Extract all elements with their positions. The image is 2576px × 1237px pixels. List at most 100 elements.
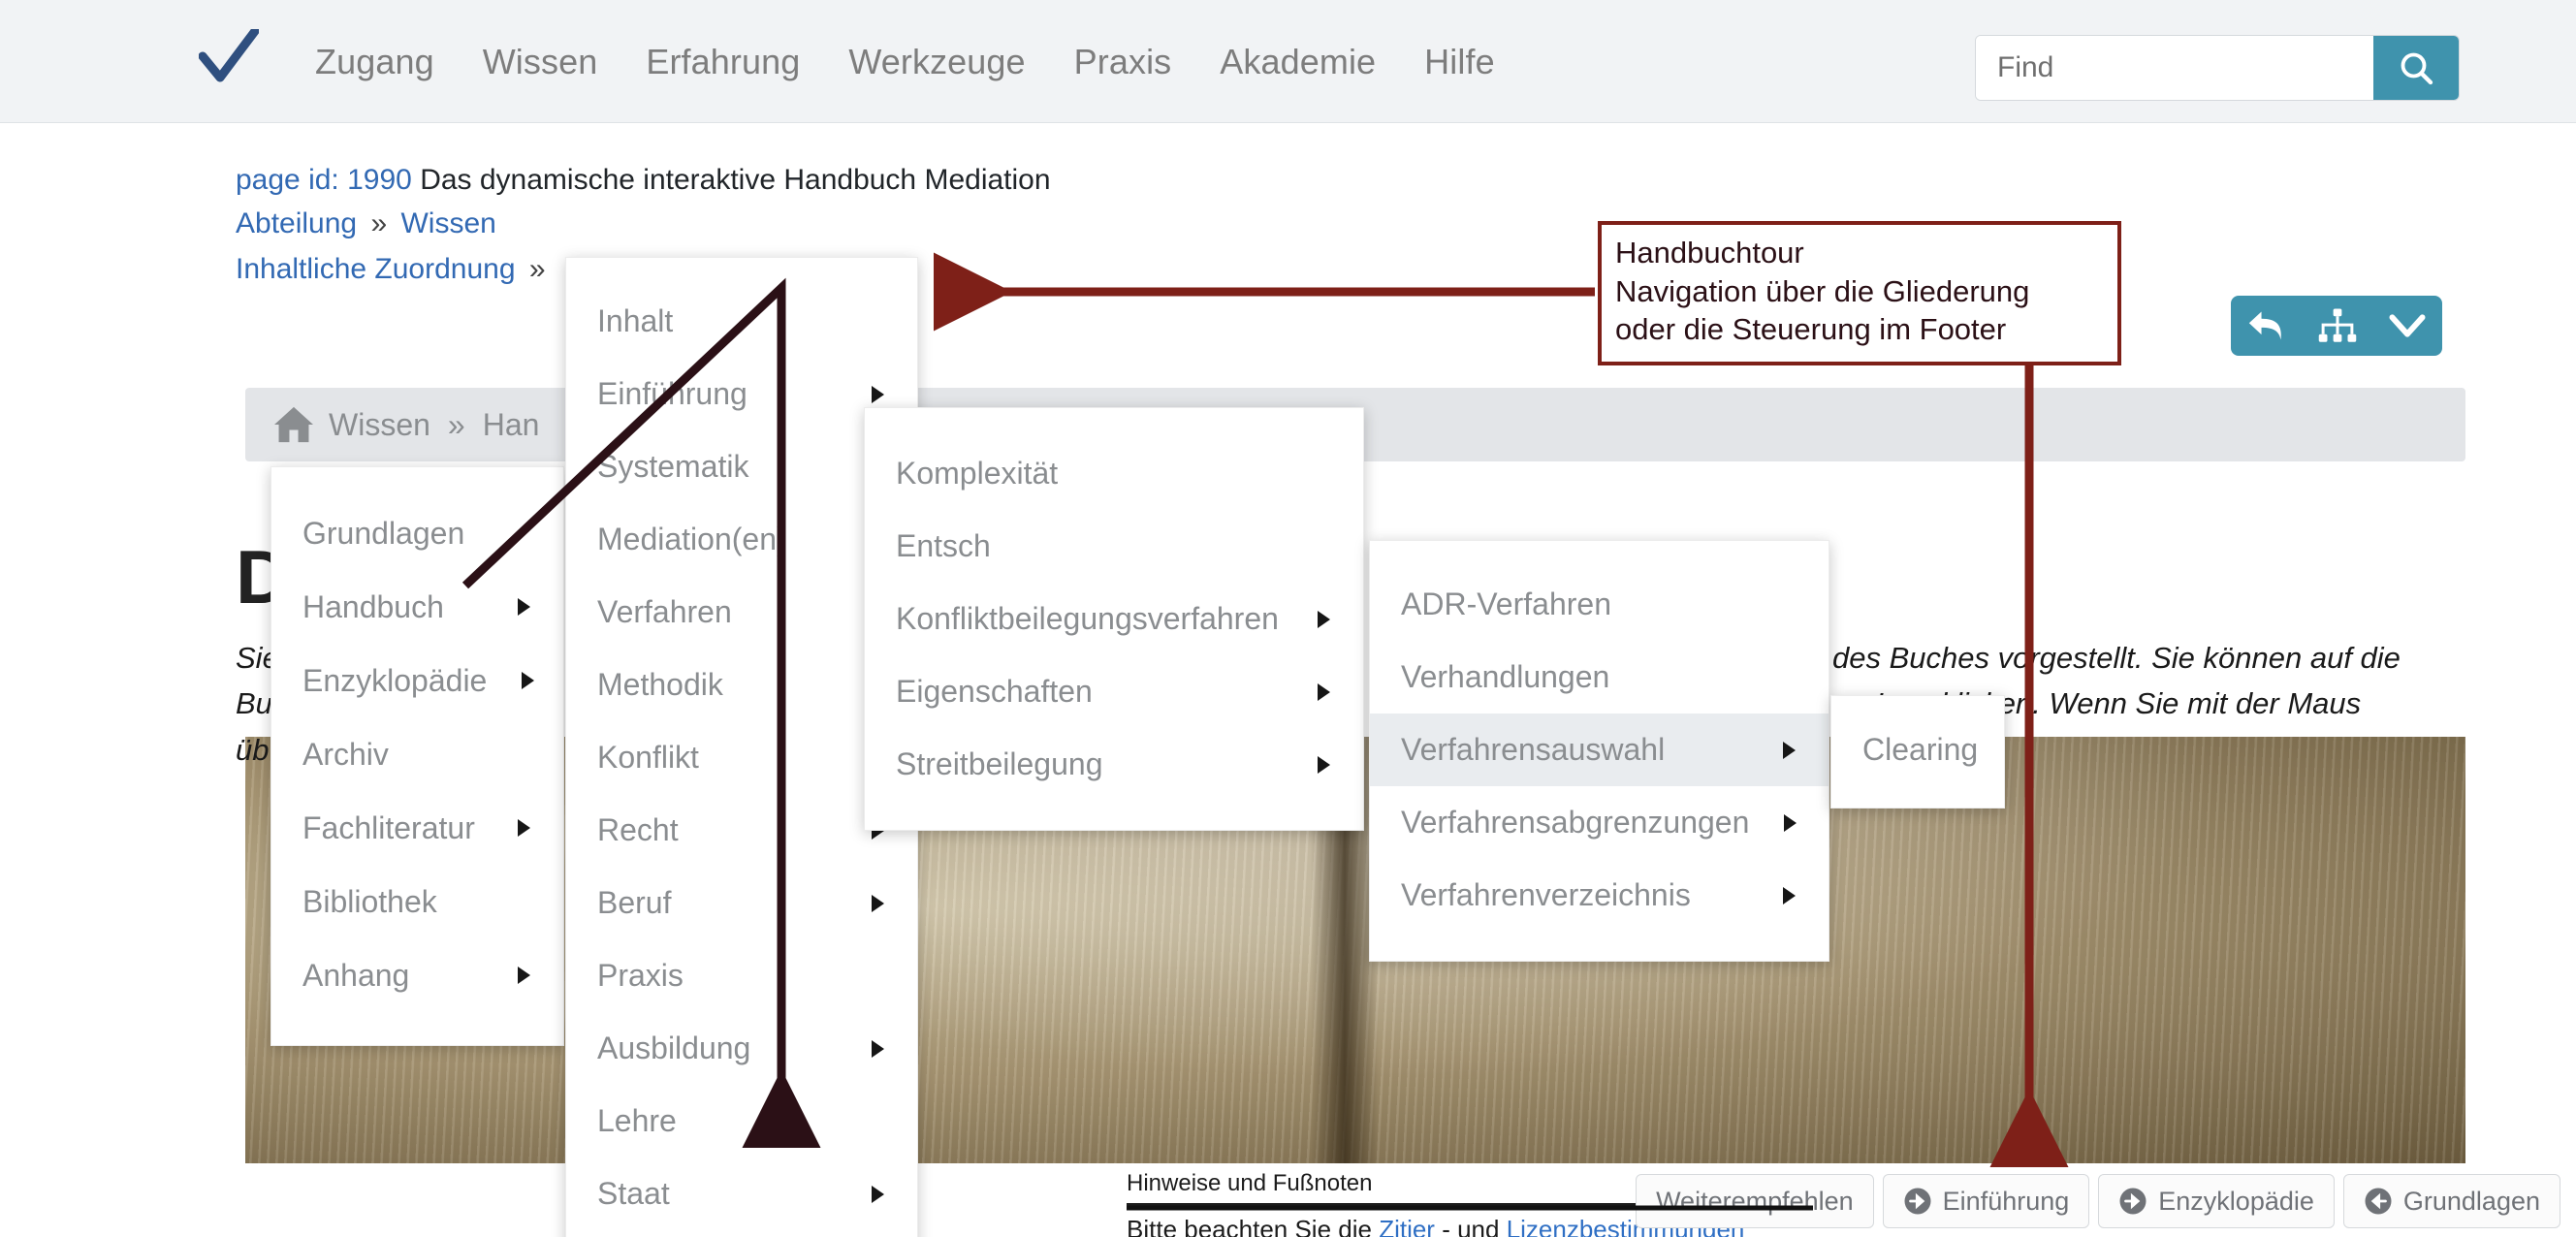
content-toolbar [2231, 296, 2442, 356]
footnotes-prefix: Bitte beachten Sie die [1127, 1215, 1379, 1237]
menu-item-label: Streitbeilegung [896, 746, 1102, 782]
body-left-frag-2: Bu [236, 686, 272, 720]
breadcrumb-item-wissen[interactable]: Wissen [400, 207, 495, 239]
arrow-right-circle-icon [1903, 1187, 1932, 1216]
arrow-right-circle-icon [2118, 1187, 2147, 1216]
menu-item-bibliothek[interactable]: Bibliothek [271, 865, 563, 938]
submenu-caret-icon [518, 598, 530, 616]
weiterempfehlen-button[interactable]: Weiterempfehlen [1636, 1174, 1874, 1228]
submenu-caret-icon [1783, 742, 1796, 759]
zitier-link[interactable]: Zitier [1379, 1215, 1435, 1237]
handbuch-menu: Grundlagen Handbuch Enzyklopädie Archiv … [270, 466, 564, 1046]
callout-line-3: oder die Steuerung im Footer [1615, 310, 2104, 349]
page-id-label[interactable]: page id: 1990 [236, 164, 412, 196]
menu-item-label: Komplexität [896, 456, 1058, 492]
submenu-caret-icon [518, 819, 530, 837]
einfuehrung-button[interactable]: Einführung [1883, 1174, 2090, 1228]
menu-item-komplexitaet[interactable]: Komplexität [865, 437, 1363, 510]
nav-item-werkzeuge[interactable]: Werkzeuge [824, 42, 1049, 82]
menu-item-label: Fachliteratur [302, 810, 475, 846]
konfliktbeilegungsverfahren-submenu: ADR-Verfahren Verhandlungen Verfahrensau… [1369, 540, 1829, 962]
menu-item-label: Systematik [597, 449, 748, 485]
callout-line-1: Handbuchtour [1615, 234, 2104, 272]
verfahrensauswahl-submenu: Clearing [1830, 695, 2005, 809]
menu-item-label: Recht [597, 812, 679, 848]
nav-item-hilfe[interactable]: Hilfe [1400, 42, 1519, 82]
home-icon[interactable] [272, 405, 315, 444]
menu-item-label: Beruf [597, 885, 671, 921]
content-crumb-item-wissen[interactable]: Wissen [329, 407, 430, 443]
page-title-line: page id: 1990 Das dynamische interaktive… [236, 158, 1051, 202]
breadcrumb-top: Abteilung » Wissen [236, 202, 1051, 247]
menu-item-enzyklopaedie[interactable]: Enzyklopädie [271, 644, 563, 717]
menu-item-label: Grundlagen [302, 516, 464, 552]
menu-item-praxis[interactable]: Praxis [566, 939, 917, 1012]
menu-item-staat[interactable]: Staat [566, 1158, 917, 1230]
grundlagen-button[interactable]: Grundlagen [2343, 1174, 2560, 1228]
enzyklopaedie-button[interactable]: Enzyklopädie [2098, 1174, 2335, 1228]
submenu-caret-icon [1784, 814, 1797, 832]
menu-item-label: Archiv [302, 737, 389, 773]
menu-item-eigenschaften[interactable]: Eigenschaften [865, 655, 1363, 728]
checkmark-icon[interactable] [199, 29, 259, 89]
nav-item-praxis[interactable]: Praxis [1050, 42, 1196, 82]
menu-item-beruf[interactable]: Beruf [566, 867, 917, 939]
menu-item-label: Verhandlungen [1401, 659, 1609, 695]
search-input[interactable] [1976, 36, 2373, 100]
menu-item-konfliktbeilegungsverfahren[interactable]: Konfliktbeilegungsverfahren [865, 583, 1363, 655]
body-left-frag-3: üb [236, 733, 269, 767]
search-button[interactable] [2373, 36, 2459, 100]
sitemap-icon[interactable] [2317, 306, 2358, 345]
verfahren-submenu: Komplexität Entsch Konfliktbeilegungsver… [864, 407, 1364, 831]
menu-item-lehre[interactable]: Lehre [566, 1085, 917, 1158]
menu-item-verfahrenverzeichnis[interactable]: Verfahrenverzeichnis [1370, 859, 1829, 932]
submenu-caret-icon [1783, 887, 1796, 904]
menu-item-fachliteratur[interactable]: Fachliteratur [271, 791, 563, 865]
menu-item-label: Konfliktbeilegungsverfahren [896, 601, 1279, 637]
menu-item-label: Clearing [1862, 732, 1978, 768]
submenu-caret-icon [522, 672, 534, 689]
submenu-caret-icon [872, 386, 884, 403]
menu-item-archiv[interactable]: Archiv [271, 717, 563, 791]
menu-item-anhang[interactable]: Anhang [271, 938, 563, 1012]
menu-item-ausbildung[interactable]: Ausbildung [566, 1012, 917, 1085]
nav-item-erfahrung[interactable]: Erfahrung [621, 42, 824, 82]
menu-item-label: Mediation(en) [597, 522, 787, 557]
menu-item-entsch[interactable]: Entsch [865, 510, 1363, 583]
footer-button-group: Weiterempfehlen Einführung Enzyklopädie … [1636, 1174, 2560, 1228]
menu-item-label: Methodik [597, 667, 723, 703]
page-root: Zugang Wissen Erfahrung Werkzeuge Praxis… [0, 0, 2576, 1237]
page-title: Das dynamische interaktive Handbuch Medi… [420, 164, 1050, 196]
search-box [1975, 35, 2460, 101]
menu-item-label: Verfahren [597, 594, 732, 630]
menu-item-streitbeilegung[interactable]: Streitbeilegung [865, 728, 1363, 801]
footer-button-label: Enzyklopädie [2158, 1187, 2314, 1217]
nav-item-wissen[interactable]: Wissen [459, 42, 622, 82]
menu-item-verfahrensabgrenzungen[interactable]: Verfahrensabgrenzungen [1370, 786, 1829, 859]
menu-item-clearing[interactable]: Clearing [1831, 714, 2004, 786]
footer-button-label: Grundlagen [2403, 1187, 2540, 1217]
content-crumb-item-handbuch[interactable]: Han [483, 407, 540, 443]
chevron-down-icon[interactable] [2387, 307, 2428, 344]
menu-item-label: Lehre [597, 1103, 677, 1139]
menu-item-inhalt[interactable]: Inhalt [566, 285, 917, 358]
menu-item-handbuch[interactable]: Handbuch [271, 570, 563, 644]
menu-item-label: Enzyklopädie [302, 663, 487, 699]
menu-item-verhandlungen[interactable]: Verhandlungen [1370, 641, 1829, 714]
back-arrow-icon[interactable] [2245, 306, 2288, 345]
menu-item-grundlagen[interactable]: Grundlagen [271, 496, 563, 570]
menu-item-label: Inhalt [597, 303, 673, 339]
breadcrumb-item-inhaltliche-zuordnung[interactable]: Inhaltliche Zuordnung [236, 253, 516, 285]
menu-item-adr-verfahren[interactable]: ADR-Verfahren [1370, 568, 1829, 641]
nav-item-akademie[interactable]: Akademie [1195, 42, 1400, 82]
submenu-caret-icon [518, 967, 530, 984]
submenu-caret-icon [1318, 611, 1330, 628]
breadcrumb-item-abteilung[interactable]: Abteilung [236, 207, 357, 239]
nav-item-zugang[interactable]: Zugang [291, 42, 459, 82]
submenu-caret-icon [872, 895, 884, 912]
menu-item-label: Praxis [597, 958, 684, 994]
menu-item-label: Eigenschaften [896, 674, 1093, 710]
menu-item-verfahrensauswahl[interactable]: Verfahrensauswahl [1370, 714, 1829, 786]
content-crumb-separator: » [444, 407, 469, 443]
menu-item-label: Verfahrensabgrenzungen [1401, 805, 1749, 841]
